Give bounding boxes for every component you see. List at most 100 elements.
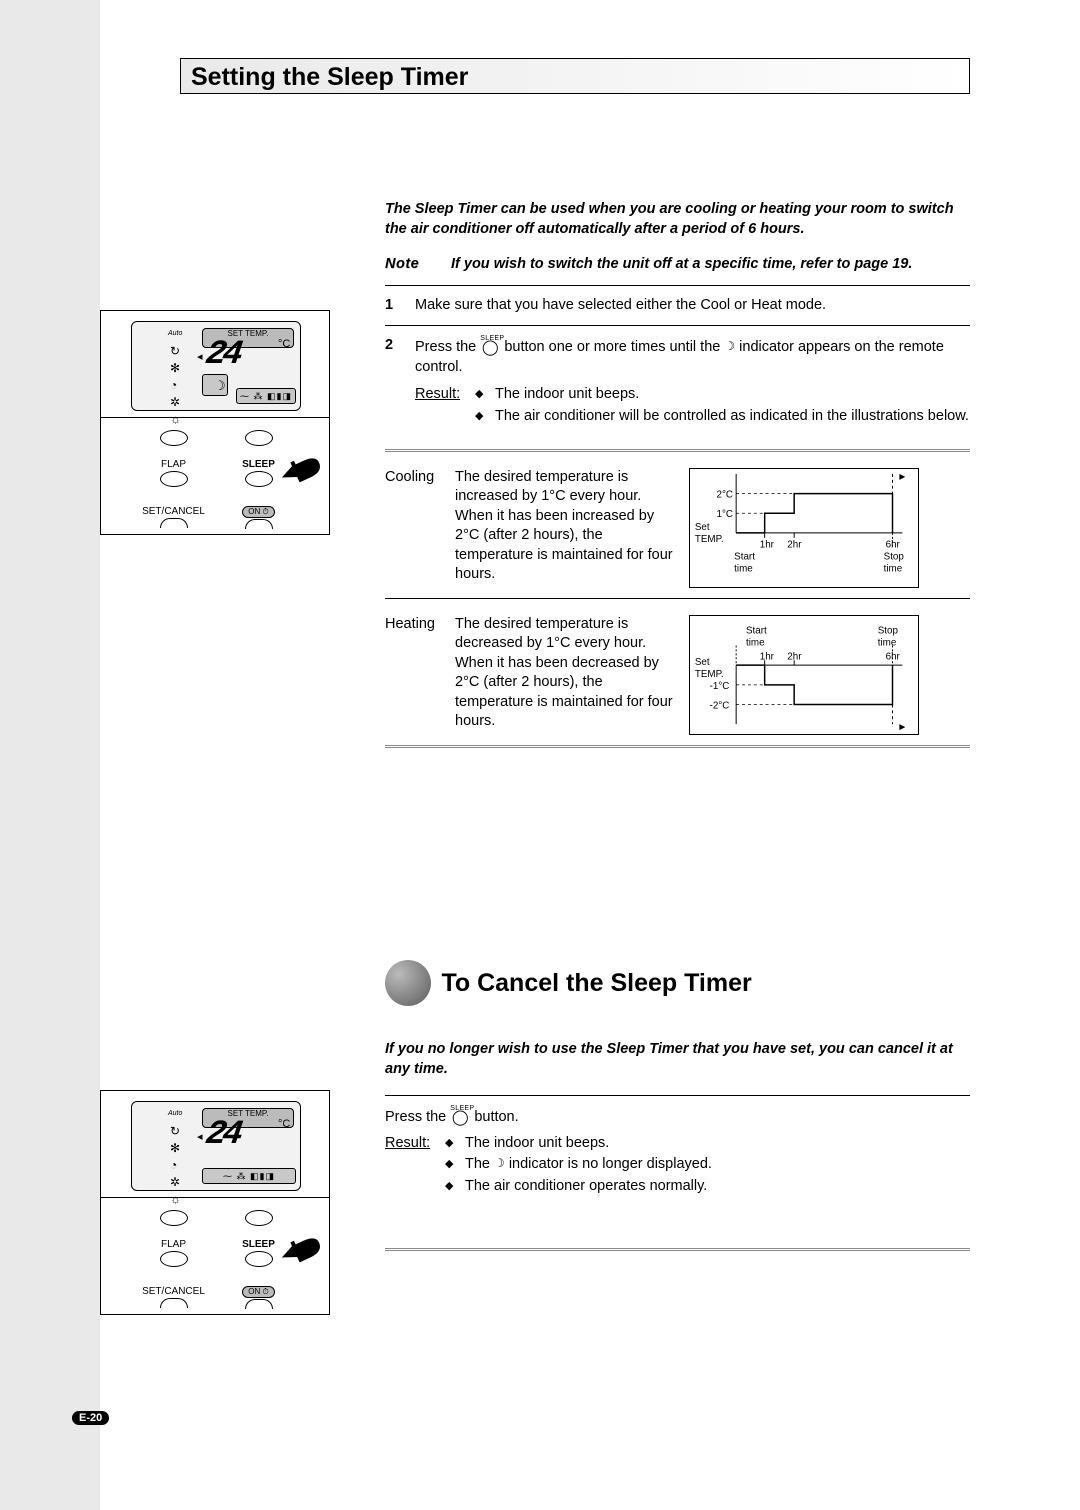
set-cancel-label: SET/CANCEL xyxy=(142,506,205,517)
fan-speed-indicator: ⁓ ⁂ ◧▮◨ xyxy=(236,388,296,404)
heading-bullet-icon xyxy=(385,960,431,1006)
set-cancel-button xyxy=(160,518,188,528)
heating-chart: -1°C -2°C Set TEMP. 1hr 2hr 6hr Start ti… xyxy=(689,615,919,735)
page-number: E-20 xyxy=(72,1411,109,1425)
sleep-button-icon: SLEEP◯ xyxy=(450,1105,470,1124)
step-text: Make sure that you have selected either … xyxy=(415,296,970,316)
result-label: Result: xyxy=(385,1134,435,1199)
degree-unit: °C xyxy=(278,338,290,350)
double-rule-divider xyxy=(385,449,970,450)
on-timer-button xyxy=(245,1299,273,1309)
result-bullet: The air conditioner operates normally. xyxy=(465,1177,707,1197)
svg-text:TEMP.: TEMP. xyxy=(695,533,724,544)
degree-unit: °C xyxy=(278,1118,290,1130)
step-text: Press the SLEEP◯ button one or more time… xyxy=(415,336,970,377)
mode-icons-column: ↻ ✻ ◔ ✲ ☼ xyxy=(170,1124,181,1206)
page-left-margin xyxy=(0,0,100,1510)
section-2-title: To Cancel the Sleep Timer xyxy=(441,969,751,998)
cancel-result: Result: ◆ The indoor unit beeps. ◆ The ☽… xyxy=(385,1134,970,1199)
mode-arrow-icon: ◂ xyxy=(197,1130,203,1143)
diamond-bullet-icon: ◆ xyxy=(475,407,487,427)
auto-mode-icon: ↻ xyxy=(170,344,181,358)
intro-text: The Sleep Timer can be used when you are… xyxy=(385,200,970,239)
page-title: Setting the Sleep Timer xyxy=(180,58,970,94)
cooling-label: Cooling xyxy=(385,468,441,488)
sleep-label: SLEEP xyxy=(242,1239,275,1250)
svg-text:1°C: 1°C xyxy=(716,509,733,520)
svg-text:Set: Set xyxy=(695,521,710,532)
temperature-value: 24 xyxy=(203,1116,241,1154)
svg-text:time: time xyxy=(878,637,897,648)
moon-indicator-icon: ☽ xyxy=(494,1155,505,1171)
unlabeled-button xyxy=(160,1210,188,1226)
sleep-button xyxy=(245,471,273,487)
mode-icons-column: ↻ ✻ ◔ ✲ ☼ xyxy=(170,344,181,426)
remote-illustration-1: SET TEMP. Auto ◂ ↻ ✻ ◔ ✲ ☼ 24 °C ☽ ⁓ ⁂ ◧… xyxy=(100,310,330,535)
sleep-button-icon: SLEEP◯ xyxy=(480,335,500,354)
svg-text:-1°C: -1°C xyxy=(710,680,730,691)
svg-text:Start: Start xyxy=(734,551,755,562)
step-1: 1 Make sure that you have selected eithe… xyxy=(385,296,970,316)
step-number: 1 xyxy=(385,296,403,316)
remote-button-row-3: SET/CANCEL ON ⏱ xyxy=(131,1286,301,1309)
heating-section: Heating The desired temperature is decre… xyxy=(385,615,970,735)
double-rule-divider xyxy=(385,1250,970,1251)
unlabeled-button xyxy=(160,430,188,446)
remote-divider xyxy=(101,1197,329,1198)
svg-text:Start: Start xyxy=(746,625,767,636)
on-timer-button xyxy=(245,519,273,529)
unlabeled-button xyxy=(245,430,273,446)
step-2: 2 Press the SLEEP◯ button one or more ti… xyxy=(385,336,970,377)
step-number: 2 xyxy=(385,336,403,377)
flap-button xyxy=(160,1251,188,1267)
result-bullet: The indoor unit beeps. xyxy=(465,1134,609,1154)
remote-button-row-3: SET/CANCEL ON ⏱ xyxy=(131,506,301,529)
diamond-bullet-icon: ◆ xyxy=(445,1155,457,1175)
on-badge: ON ⏱ xyxy=(242,1286,274,1298)
cancel-intro: If you no longer wish to use the Sleep T… xyxy=(385,1040,970,1079)
sleep-label: SLEEP xyxy=(242,459,275,470)
rule-divider xyxy=(385,285,970,286)
svg-text:1hr: 1hr xyxy=(760,651,775,662)
svg-text:2hr: 2hr xyxy=(787,651,802,662)
temperature-value: 24 xyxy=(203,336,241,374)
heating-text: The desired temperature is decreased by … xyxy=(455,615,675,732)
fan-speed-indicator: ⁓ ⁂ ◧▮◨ xyxy=(202,1168,296,1184)
auto-mode-icon: ↻ xyxy=(170,1124,181,1138)
auto-label: Auto xyxy=(168,330,182,337)
remote-button-row-1 xyxy=(131,1209,301,1226)
remote-divider xyxy=(101,417,329,418)
svg-text:1hr: 1hr xyxy=(760,539,775,550)
note-label: Note xyxy=(385,255,429,275)
cancel-instruction: Press the SLEEP◯ button. xyxy=(385,1106,970,1128)
svg-text:TEMP.: TEMP. xyxy=(695,668,724,679)
svg-text:time: time xyxy=(734,563,753,574)
fan-mode-icon: ✲ xyxy=(170,395,181,409)
remote-lcd: SET TEMP. Auto ◂ ↻ ✻ ◔ ✲ ☼ 24 °C ⁓ ⁂ ◧▮◨ xyxy=(131,1101,301,1191)
double-rule-divider xyxy=(385,1248,970,1249)
cooling-chart: 2°C 1°C Set TEMP. 1hr 2hr 6hr Start time… xyxy=(689,468,919,588)
moon-icon: ☽ xyxy=(214,378,226,394)
note-text: If you wish to switch the unit off at a … xyxy=(451,255,912,275)
svg-text:time: time xyxy=(746,637,765,648)
set-cancel-label: SET/CANCEL xyxy=(142,1286,205,1297)
pointing-hand-icon xyxy=(271,1223,330,1276)
heating-label: Heating xyxy=(385,615,441,635)
cooling-text: The desired temperature is increased by … xyxy=(455,468,675,585)
section-2-heading: To Cancel the Sleep Timer xyxy=(385,960,970,1006)
cool-mode-icon: ✻ xyxy=(170,361,181,375)
double-rule-divider xyxy=(385,451,970,452)
svg-text:2hr: 2hr xyxy=(787,539,802,550)
result-bullet: The air conditioner will be controlled a… xyxy=(495,407,969,427)
rule-divider xyxy=(385,1095,970,1096)
rule-divider xyxy=(385,598,970,599)
rule-divider xyxy=(385,325,970,326)
svg-text:Stop: Stop xyxy=(878,625,899,636)
remote-illustration-2: SET TEMP. Auto ◂ ↻ ✻ ◔ ✲ ☼ 24 °C ⁓ ⁂ ◧▮◨… xyxy=(100,1090,330,1315)
flap-button xyxy=(160,471,188,487)
dry-mode-icon: ◔ xyxy=(170,1158,181,1172)
set-cancel-button xyxy=(160,1298,188,1308)
svg-text:Set: Set xyxy=(695,657,710,668)
double-rule-divider xyxy=(385,745,970,746)
svg-text:-2°C: -2°C xyxy=(710,700,730,711)
